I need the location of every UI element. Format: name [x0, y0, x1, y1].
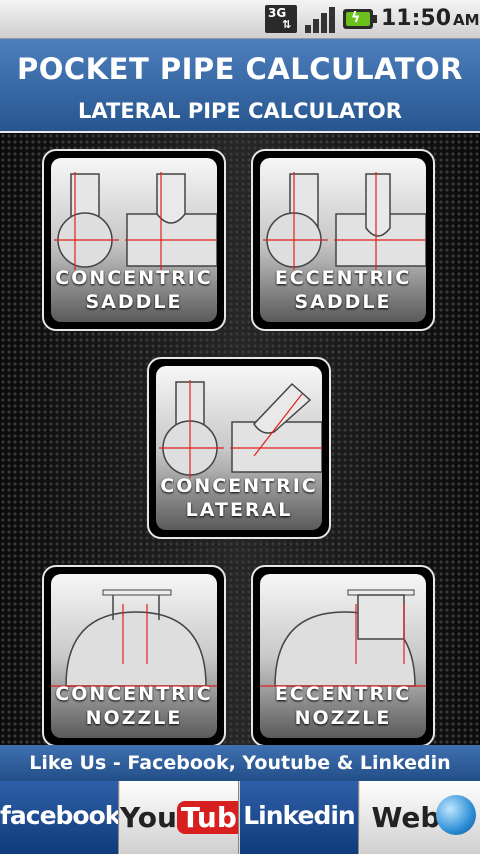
- battery-charging-icon: ϟ: [343, 9, 377, 29]
- signal-icon: [303, 5, 335, 33]
- concentric-lateral-button[interactable]: CONCENTRIC LATERAL: [147, 357, 331, 539]
- concentric-saddle-button[interactable]: CONCENTRIC SADDLE: [42, 149, 226, 331]
- globe-icon: [436, 795, 476, 835]
- facebook-button[interactable]: facebook: [0, 781, 119, 854]
- youtube-logo: YouTube: [120, 801, 238, 834]
- tile-label: ECCENTRIC SADDLE: [274, 267, 412, 313]
- clock: 11:50 AM: [381, 6, 480, 31]
- eccentric-nozzle-button[interactable]: ECCENTRIC NOZZLE: [251, 565, 435, 745]
- website-button[interactable]: Web: [360, 781, 480, 854]
- social-links-bar: facebook YouTube Linkedin Web: [0, 781, 480, 854]
- linkedin-logo: Linkedin: [243, 801, 355, 830]
- youtube-button[interactable]: YouTube: [120, 781, 239, 854]
- tile-label: CONCENTRIC LATERAL: [160, 475, 318, 521]
- eccentric-saddle-button[interactable]: ECCENTRIC SADDLE: [251, 149, 435, 331]
- app-title: POCKET PIPE CALCULATOR: [16, 52, 464, 86]
- concentric-nozzle-button[interactable]: CONCENTRIC NOZZLE: [42, 565, 226, 745]
- tile-label: ECCENTRIC NOZZLE: [274, 683, 412, 729]
- app-header: POCKET PIPE CALCULATOR LATERAL PIPE CALC…: [0, 39, 480, 133]
- like-us-banner: Like Us - Facebook, Youtube & Linkedin: [0, 745, 480, 781]
- linkedin-button[interactable]: Linkedin: [240, 781, 359, 854]
- status-bar: 3G ⇅ ϟ 11:50 AM: [0, 0, 480, 39]
- calculator-menu: CONCENTRIC SADDLE ECCENTRIC SADDLE CONCE…: [0, 133, 480, 745]
- tile-label: CONCENTRIC SADDLE: [55, 267, 213, 313]
- tile-label: CONCENTRIC NOZZLE: [55, 683, 213, 729]
- 3g-data-icon: 3G ⇅: [265, 5, 297, 33]
- page-subtitle: LATERAL PIPE CALCULATOR: [78, 99, 402, 123]
- facebook-logo: facebook: [0, 801, 119, 830]
